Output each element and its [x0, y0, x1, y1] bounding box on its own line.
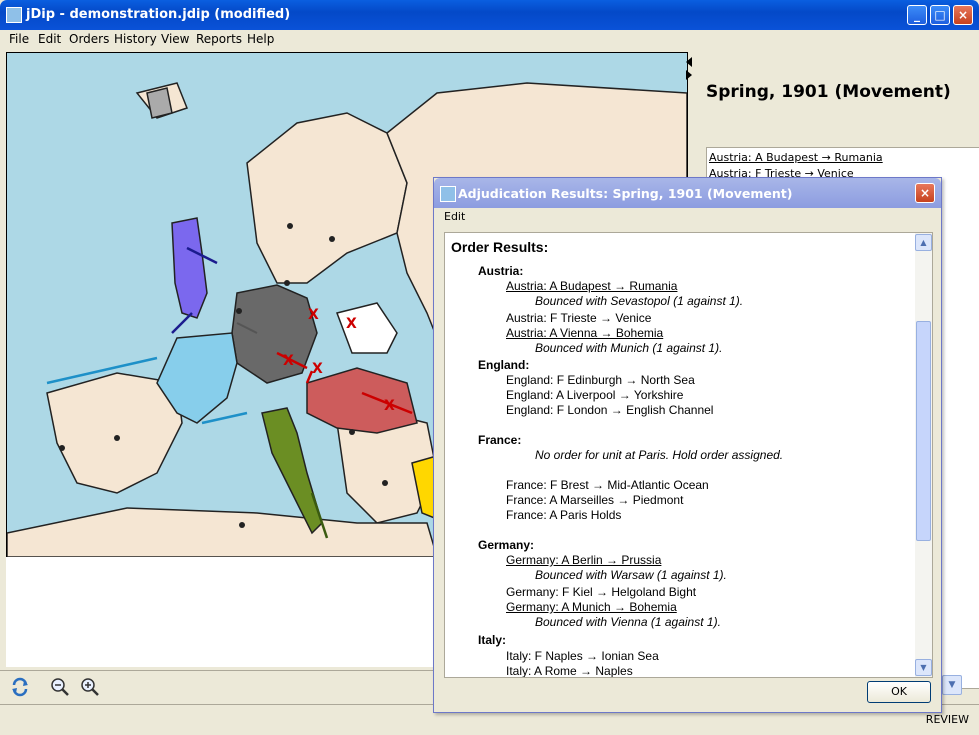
close-button[interactable]: × — [953, 5, 973, 25]
dropdown-arrow-button[interactable]: ▼ — [942, 675, 962, 695]
result-note: Bounced with Munich (1 against 1). — [535, 341, 723, 355]
dialog-app-icon — [440, 186, 456, 202]
title-bar: jDip - demonstration.jdip (modified) _ □… — [0, 0, 979, 30]
order-result: England: A Liverpool → Yorkshire — [506, 388, 684, 402]
scroll-up-button[interactable]: ▲ — [915, 234, 932, 251]
results-scrollbar[interactable]: ▲ ▼ — [915, 233, 932, 677]
minimize-button[interactable]: _ — [907, 5, 927, 25]
order-result: England: F Edinburgh → North Sea — [506, 373, 695, 387]
zoom-in-icon[interactable] — [80, 677, 100, 697]
supply-center-dot — [382, 480, 388, 486]
menu-edit[interactable]: Edit — [38, 32, 61, 46]
result-note: Bounced with Warsaw (1 against 1). — [535, 568, 727, 582]
supply-center-dot — [284, 280, 290, 286]
supply-center-dot — [114, 435, 120, 441]
maximize-button[interactable]: □ — [930, 5, 950, 25]
move-arrow-london-channel — [171, 312, 193, 334]
order-result: Germany: F Kiel → Helgoland Bight — [506, 585, 697, 599]
scroll-thumb[interactable] — [916, 321, 931, 541]
country-heading: France: — [478, 433, 522, 447]
bounce-marker: X — [384, 398, 395, 414]
menu-orders[interactable]: Orders — [69, 32, 109, 46]
bounce-marker: X — [308, 307, 319, 323]
order-result: France: A Paris Holds — [506, 508, 622, 522]
menu-history[interactable]: History — [114, 32, 157, 46]
zoom-out-icon[interactable] — [50, 677, 70, 697]
phase-title: Spring, 1901 (Movement) — [706, 82, 951, 102]
refresh-icon[interactable] — [10, 677, 30, 697]
app-icon — [6, 7, 22, 23]
bounce-marker: X — [283, 353, 294, 369]
supply-center-dot — [239, 522, 245, 528]
results-content: Order Results: Austria: Austria: A Budape… — [445, 233, 915, 677]
dialog-menu-edit[interactable]: Edit — [444, 210, 465, 223]
supply-center-dot — [59, 445, 65, 451]
dialog-close-button[interactable]: × — [915, 183, 935, 203]
move-arrow-marseilles-piedmont — [201, 411, 248, 425]
country-heading: Austria: — [478, 264, 524, 278]
dialog-title-bar: Adjudication Results: Spring, 1901 (Move… — [434, 178, 941, 208]
order-result[interactable]: Germany: A Berlin → Prussia — [506, 553, 661, 567]
status-mode: REVIEW — [925, 713, 969, 726]
region-neutral-gray — [146, 87, 173, 119]
collapse-left-icon[interactable] — [686, 57, 692, 67]
results-pane: Order Results: Austria: Austria: A Budape… — [444, 232, 933, 678]
supply-center-dot — [349, 429, 355, 435]
adjudication-dialog: Adjudication Results: Spring, 1901 (Move… — [433, 177, 942, 713]
scroll-down-button[interactable]: ▼ — [915, 659, 932, 676]
order-result: England: F London → English Channel — [506, 403, 714, 417]
result-note: Bounced with Sevastopol (1 against 1). — [535, 294, 744, 308]
region-austria — [306, 367, 418, 434]
results-heading: Order Results: — [451, 239, 549, 255]
order-result: France: F Brest → Mid-Atlantic Ocean — [506, 478, 709, 492]
order-result: France: A Marseilles → Piedmont — [506, 493, 684, 507]
menu-file[interactable]: File — [9, 32, 29, 46]
region-scandinavia — [246, 112, 408, 284]
supply-center-dot — [329, 236, 335, 242]
result-note: Bounced with Vienna (1 against 1). — [535, 615, 721, 629]
dialog-title: Adjudication Results: Spring, 1901 (Move… — [458, 186, 793, 201]
bounce-marker: X — [346, 316, 357, 332]
order-result[interactable]: Austria: A Vienna → Bohemia — [506, 326, 663, 340]
ok-button[interactable]: OK — [867, 681, 931, 703]
collapse-right-icon[interactable] — [686, 70, 692, 80]
region-germany — [231, 284, 318, 384]
country-heading: Italy: — [478, 633, 507, 647]
order-list-item[interactable]: Austria: A Budapest → Rumania — [709, 151, 883, 164]
country-heading: England: — [478, 358, 530, 372]
menu-reports[interactable]: Reports — [196, 32, 242, 46]
menu-view[interactable]: View — [161, 32, 189, 46]
result-note: No order for unit at Paris. Hold order a… — [535, 448, 784, 462]
order-result[interactable]: Germany: A Munich → Bohemia — [506, 600, 677, 614]
supply-center-dot — [236, 308, 242, 314]
bounce-marker: X — [312, 361, 323, 377]
menu-help[interactable]: Help — [247, 32, 274, 46]
country-heading: Germany: — [478, 538, 535, 552]
window-title: jDip - demonstration.jdip (modified) — [26, 7, 291, 22]
order-result: Italy: F Naples → Ionian Sea — [506, 649, 659, 663]
region-england — [171, 217, 208, 319]
supply-center-dot — [287, 223, 293, 229]
menu-bar: File Edit Orders History View Reports He… — [0, 30, 979, 50]
order-result: Italy: A Rome → Naples — [506, 664, 633, 678]
order-result[interactable]: Austria: A Budapest → Rumania — [506, 279, 677, 293]
order-result: Austria: F Trieste → Venice — [506, 311, 652, 325]
